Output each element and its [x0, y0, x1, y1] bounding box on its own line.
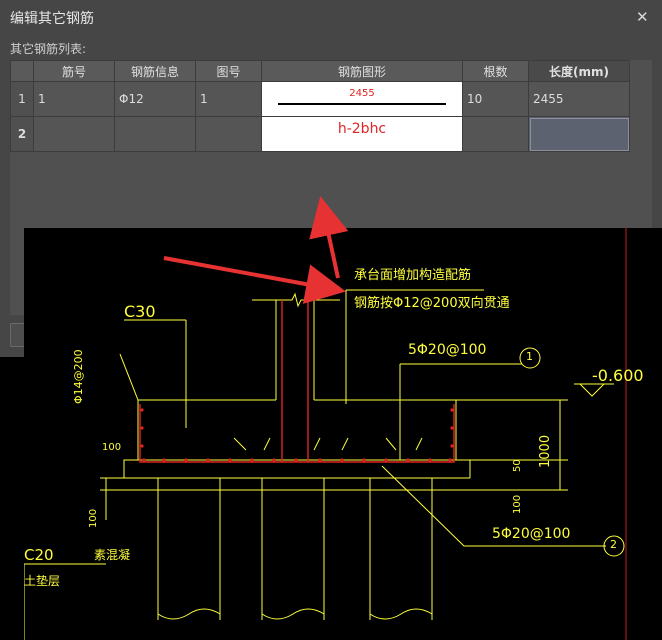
arrow-to-note — [163, 256, 346, 304]
callout-arrows — [163, 196, 349, 304]
arrow-to-shape-cell — [309, 196, 349, 279]
